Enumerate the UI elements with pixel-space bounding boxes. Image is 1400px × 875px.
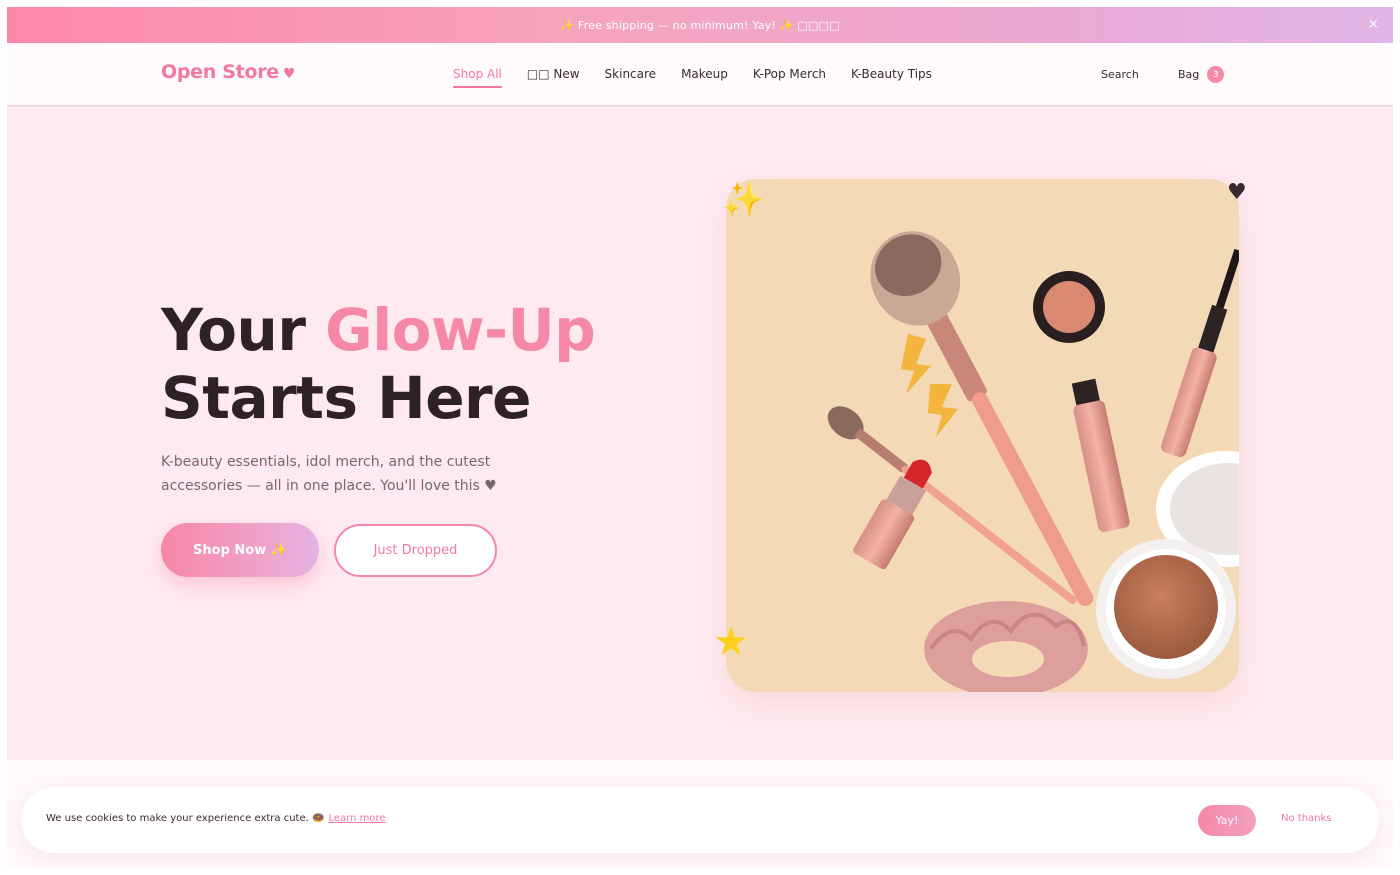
- learn-more-link[interactable]: Learn more: [328, 813, 385, 824]
- just-dropped-button[interactable]: Just Dropped: [334, 524, 497, 577]
- site-header: Open Store ♥ Shop All □□ New Skincare Mak…: [7, 43, 1393, 107]
- cookie-accept-button[interactable]: Yay!: [1198, 805, 1256, 836]
- nav-makeup[interactable]: Makeup: [681, 67, 728, 81]
- mascara: [1161, 248, 1239, 458]
- nav-new[interactable]: □□ New: [527, 67, 580, 81]
- nav-skincare[interactable]: Skincare: [605, 67, 657, 81]
- bag-label: Bag: [1178, 68, 1200, 81]
- headline-part1: Your: [161, 296, 326, 364]
- makeup-flatlay-illustration: [827, 231, 1239, 692]
- logo[interactable]: Open Store ♥: [161, 61, 295, 83]
- page-frame: ✨ Free shipping — no minimum! Yay! ✨ □□□…: [7, 7, 1393, 868]
- main-nav: Shop All □□ New Skincare Makeup K-Pop Me…: [453, 67, 957, 88]
- bag-button[interactable]: Bag 3: [1178, 66, 1225, 83]
- star-icon: ★: [713, 619, 749, 665]
- search-link[interactable]: Search: [1101, 68, 1139, 81]
- headline-part2: Starts Here: [161, 364, 532, 432]
- hero-headline: Your Glow-Up Starts Here: [161, 296, 596, 432]
- heart-icon: ♥: [1227, 180, 1247, 205]
- announcement-bar: ✨ Free shipping — no minimum! Yay! ✨ □□□…: [7, 7, 1393, 43]
- logo-text: Open Store: [161, 61, 279, 83]
- lip-gloss-tube: [1071, 378, 1130, 533]
- hero-image: [726, 179, 1239, 692]
- cookie-banner: We use cookies to make your experience e…: [21, 787, 1379, 853]
- heart-icon: ♥: [282, 66, 296, 82]
- headline-accent: Glow-Up: [325, 296, 596, 364]
- nav-shop-all[interactable]: Shop All: [453, 67, 502, 88]
- cookie-text: We use cookies to make your experience e…: [46, 813, 325, 824]
- lightning-charm: [901, 334, 931, 394]
- hero-subtext: K-beauty essentials, idol merch, and the…: [161, 454, 497, 494]
- hero-section: Your Glow-Up Starts Here K-beauty essent…: [7, 108, 1393, 760]
- scrunchie: [924, 601, 1088, 692]
- lightning-charm: [928, 384, 958, 437]
- sparkle-icon: ✨: [722, 180, 765, 220]
- cookie-decline-button[interactable]: No thanks: [1281, 813, 1332, 824]
- bag-count-badge: 3: [1207, 66, 1225, 83]
- announcement-text: ✨ Free shipping — no minimum! Yay! ✨ □□□…: [560, 18, 840, 32]
- nav-kbeauty-tips[interactable]: K-Beauty Tips: [851, 67, 932, 81]
- shop-now-button[interactable]: Shop Now ✨: [161, 523, 319, 577]
- cookie-message: We use cookies to make your experience e…: [46, 813, 385, 824]
- close-icon[interactable]: ×: [1368, 17, 1379, 32]
- lipstick: [853, 459, 932, 570]
- nav-kpop-merch[interactable]: K-Pop Merch: [753, 67, 826, 81]
